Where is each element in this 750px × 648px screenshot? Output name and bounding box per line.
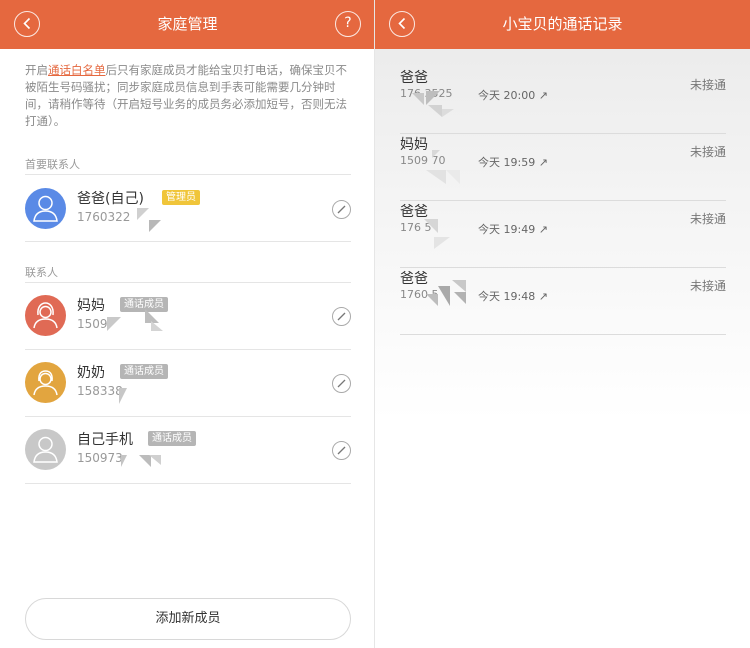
primary-contact-label: 首要联系人 bbox=[25, 158, 80, 171]
outgoing-arrow-icon: ↗ bbox=[538, 290, 548, 303]
edit-button[interactable] bbox=[332, 200, 351, 219]
contact-phone: 1509 bbox=[77, 317, 108, 331]
pencil-icon bbox=[337, 446, 346, 455]
call-time: 今天 20:00 ↗ bbox=[478, 89, 548, 102]
family-management-panel: 家庭管理 ? 开启通话白名单后只有家庭成员才能给宝贝打电话，确保宝贝不被陌生号码… bbox=[0, 0, 375, 648]
privacy-mosaic bbox=[119, 388, 127, 404]
call-log-item[interactable]: 爸爸 1760 5 今天 19:48 ↗ 未接通 bbox=[400, 268, 726, 335]
add-member-button[interactable]: 添加新成员 bbox=[25, 598, 351, 640]
call-log-item[interactable]: 爸爸 176 3525 今天 20:00 ↗ 未接通 bbox=[400, 67, 726, 134]
pencil-icon bbox=[337, 379, 346, 388]
contact-name: 自己手机 bbox=[77, 432, 133, 448]
elder-person-icon bbox=[33, 370, 58, 396]
caller-name: 爸爸 bbox=[400, 70, 428, 86]
contact-name: 爸爸(自己) bbox=[77, 191, 144, 207]
right-header: 小宝贝的通话记录 bbox=[375, 0, 750, 49]
contact-phone: 1760322 bbox=[77, 210, 131, 224]
avatar bbox=[25, 188, 66, 229]
call-log-item[interactable]: 爸爸 176 5 今天 19:49 ↗ 未接通 bbox=[400, 201, 726, 268]
caller-name: 爸爸 bbox=[400, 271, 428, 287]
divider bbox=[25, 174, 351, 175]
divider bbox=[400, 334, 726, 335]
call-status: 未接通 bbox=[689, 145, 726, 159]
privacy-mosaic bbox=[426, 280, 466, 306]
member-badge: 通话成员 bbox=[120, 364, 168, 379]
privacy-mosaic bbox=[424, 219, 450, 249]
privacy-mosaic bbox=[412, 91, 454, 117]
contact-name: 妈妈 bbox=[77, 298, 105, 314]
caller-name: 妈妈 bbox=[400, 137, 428, 153]
call-time: 今天 19:49 ↗ bbox=[478, 223, 548, 236]
caller-name: 爸爸 bbox=[400, 204, 428, 220]
contact-phone: 150973 bbox=[77, 451, 123, 465]
person-icon bbox=[33, 195, 58, 222]
privacy-mosaic bbox=[121, 455, 161, 467]
notice-prefix: 开启 bbox=[25, 63, 48, 77]
privacy-mosaic bbox=[107, 309, 163, 331]
edit-button[interactable] bbox=[332, 374, 351, 393]
page-title: 家庭管理 bbox=[157, 15, 218, 33]
contacts-label: 联系人 bbox=[25, 266, 58, 279]
call-status: 未接通 bbox=[689, 279, 726, 293]
contact-row[interactable]: 奶奶 通话成员 158338 bbox=[25, 362, 351, 428]
whitelist-link[interactable]: 通话白名单 bbox=[48, 63, 106, 77]
member-badge: 通话成员 bbox=[148, 431, 196, 446]
privacy-mosaic bbox=[137, 208, 161, 232]
call-time: 今天 19:48 ↗ bbox=[478, 290, 548, 303]
avatar bbox=[25, 295, 66, 336]
help-button[interactable]: ? bbox=[335, 11, 361, 37]
divider bbox=[25, 241, 351, 242]
divider bbox=[25, 349, 351, 350]
avatar bbox=[25, 362, 66, 403]
edit-button[interactable] bbox=[332, 307, 351, 326]
call-status: 未接通 bbox=[689, 78, 726, 92]
contact-row[interactable]: 妈妈 通话成员 1509 bbox=[25, 295, 351, 361]
outgoing-arrow-icon: ↗ bbox=[538, 89, 548, 102]
admin-badge: 管理员 bbox=[162, 190, 200, 205]
divider bbox=[25, 416, 351, 417]
outgoing-arrow-icon: ↗ bbox=[538, 223, 548, 236]
contact-row[interactable]: 自己手机 通话成员 150973 bbox=[25, 429, 351, 495]
pencil-icon bbox=[337, 312, 346, 321]
contact-phone: 158338 bbox=[77, 384, 123, 398]
whitelist-notice: 开启通话白名单后只有家庭成员才能给宝贝打电话，确保宝贝不被陌生号码骚扰；同步家庭… bbox=[25, 62, 355, 130]
avatar bbox=[25, 429, 66, 470]
divider bbox=[25, 483, 351, 484]
female-person-icon bbox=[33, 302, 58, 329]
page-title: 小宝贝的通话记录 bbox=[502, 15, 623, 33]
edit-button[interactable] bbox=[332, 441, 351, 460]
person-icon bbox=[33, 436, 58, 463]
divider bbox=[25, 282, 351, 283]
pencil-icon bbox=[337, 205, 346, 214]
call-time: 今天 19:59 ↗ bbox=[478, 156, 548, 169]
left-header: 家庭管理 ? bbox=[0, 0, 375, 49]
call-log-panel: 小宝贝的通话记录 爸爸 176 3525 今天 20:00 ↗ 未接通 妈妈 1… bbox=[375, 0, 750, 648]
contact-name: 奶奶 bbox=[77, 365, 105, 381]
call-log-item[interactable]: 妈妈 1509 70 今天 19:59 ↗ 未接通 bbox=[400, 134, 726, 201]
primary-contact-row[interactable]: 爸爸(自己) 管理员 1760322 bbox=[25, 188, 351, 254]
call-status: 未接通 bbox=[689, 212, 726, 226]
privacy-mosaic bbox=[426, 150, 460, 184]
outgoing-arrow-icon: ↗ bbox=[538, 156, 548, 169]
